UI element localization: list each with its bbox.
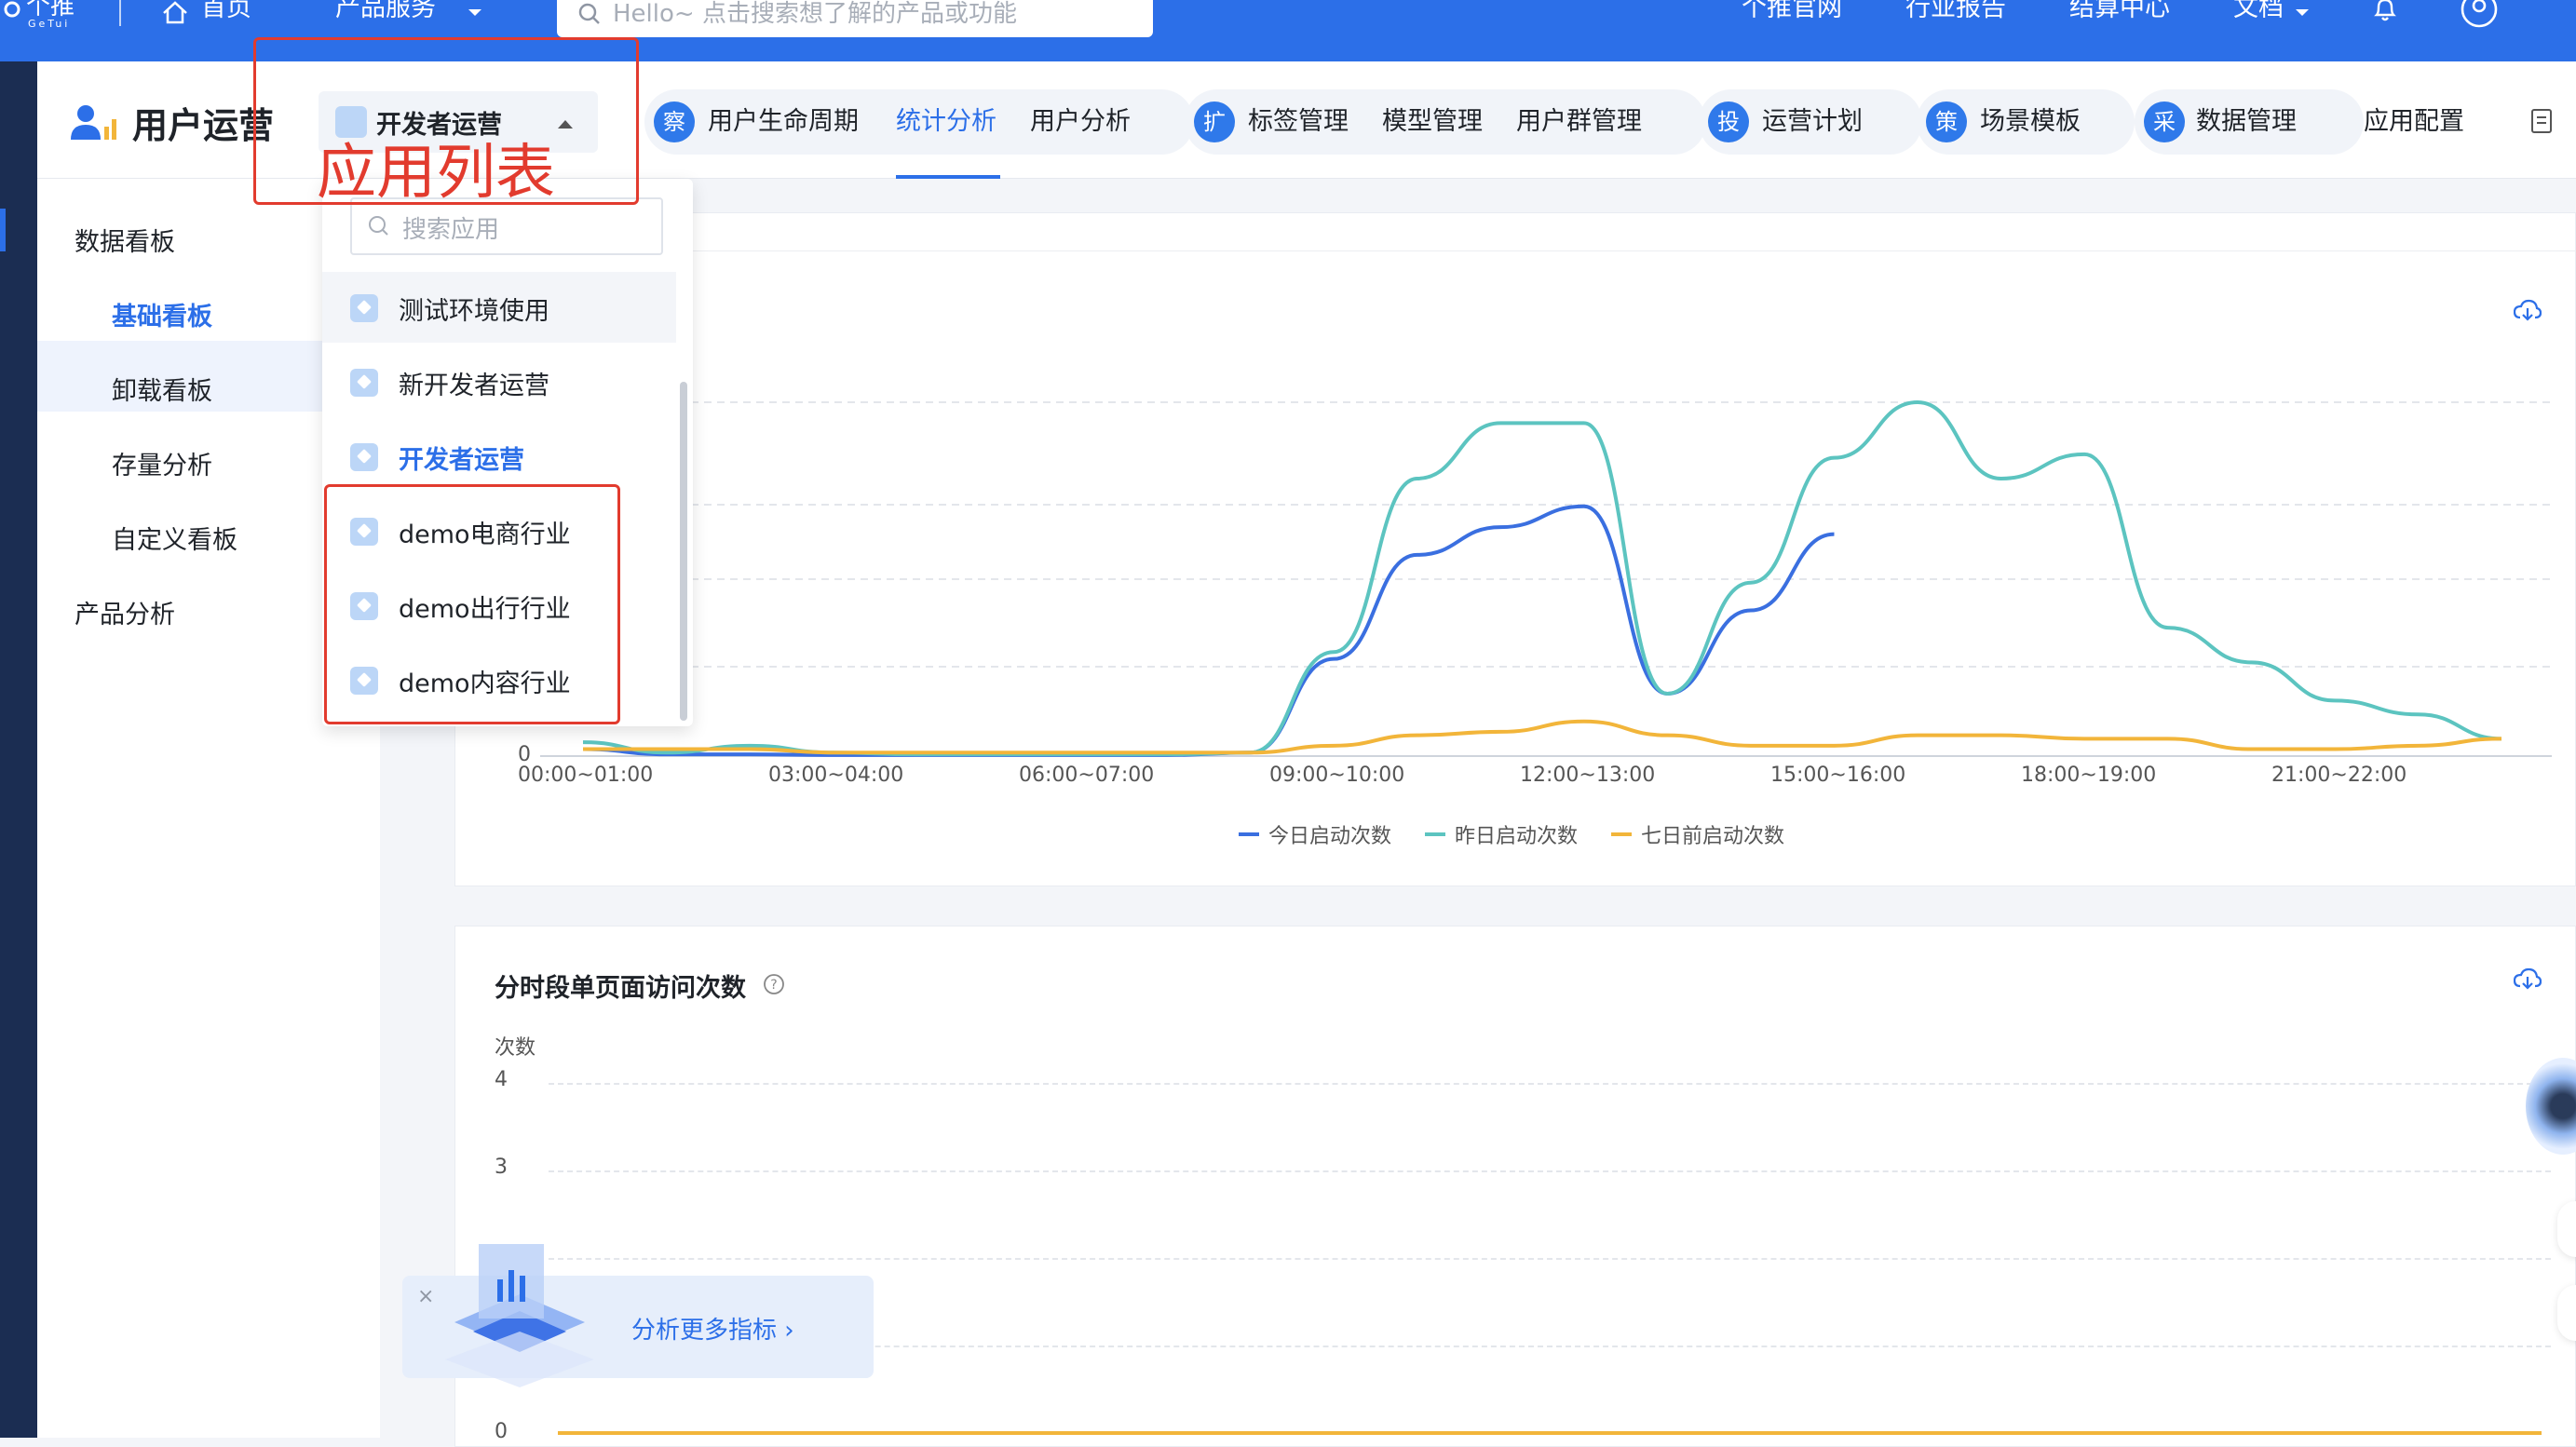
legend-swatch-today (1239, 832, 1259, 836)
chart1-series-line-0 (582, 504, 1835, 757)
download-cloud-icon[interactable] (2513, 967, 2542, 995)
chart2-gridline (549, 1083, 2551, 1085)
chart1-x-tick-label: 00:00~01:00 (518, 764, 654, 787)
app-list-item-label: 开发者运营 (399, 446, 524, 475)
chart1-x-tick-label: 06:00~07:00 (1019, 764, 1155, 787)
chart1-x-tick-label: 03:00~04:00 (768, 764, 904, 787)
legend-label-today[interactable]: 今日启动次数 (1268, 819, 1391, 849)
app-search-placeholder: 搜索应用 (402, 216, 500, 244)
legend-swatch-7days (1611, 832, 1632, 836)
chart2-gridline (549, 1258, 2551, 1260)
dropdown-scrollbar[interactable] (680, 382, 687, 721)
chart1-x-tick-label: 21:00~22:00 (2271, 764, 2407, 787)
promo-link[interactable]: 分析更多指标 › (631, 1311, 794, 1346)
floating-tool-button[interactable] (2557, 1285, 2576, 1341)
chart2-gridline (549, 1170, 2551, 1172)
help-circle-icon[interactable]: ? (763, 973, 785, 999)
close-icon[interactable]: × (417, 1285, 434, 1308)
chart1-x-tick-label: 12:00~13:00 (1520, 764, 1656, 787)
app-list-item[interactable]: 测试环境使用 (322, 272, 676, 343)
chart2-y-axis-label: 次数 (495, 1036, 536, 1060)
analytics-illustration-icon (436, 1238, 600, 1425)
chart1-x-tick-label: 18:00~19:00 (2021, 764, 2157, 787)
svg-text:?: ? (770, 978, 777, 993)
legend-label-yesterday[interactable]: 昨日启动次数 (1455, 819, 1578, 849)
annotation-box-demo-apps (324, 484, 620, 724)
app-list-item[interactable]: 新开发者运营 (322, 346, 676, 417)
chart1-x-tick-label: 09:00~10:00 (1269, 764, 1405, 787)
app-cube-icon (350, 294, 378, 322)
legend-label-7days[interactable]: 七日前启动次数 (1641, 819, 1784, 849)
chart2-title: 分时段单页面访问次数 (495, 974, 746, 1003)
app-list-item-label: 测试环境使用 (399, 297, 549, 326)
app-list-item-selected[interactable]: 开发者运营 (322, 421, 676, 492)
annotation-label: 应用列表 (317, 139, 555, 208)
chart2-y-tick-3: 3 (495, 1156, 508, 1179)
legend-swatch-yesterday (1425, 832, 1445, 836)
chart2-y-tick-4: 4 (495, 1068, 508, 1091)
chart1-x-tick-label: 15:00~16:00 (1770, 764, 1906, 787)
chart1-series-line-2 (583, 719, 2502, 755)
chart2-series-line (558, 1431, 2542, 1435)
app-list-item-label: 新开发者运营 (399, 372, 549, 400)
search-icon (367, 214, 391, 242)
floating-tool-button[interactable] (2557, 1201, 2576, 1257)
app-cube-icon (350, 443, 378, 471)
app-cube-icon (350, 369, 378, 397)
